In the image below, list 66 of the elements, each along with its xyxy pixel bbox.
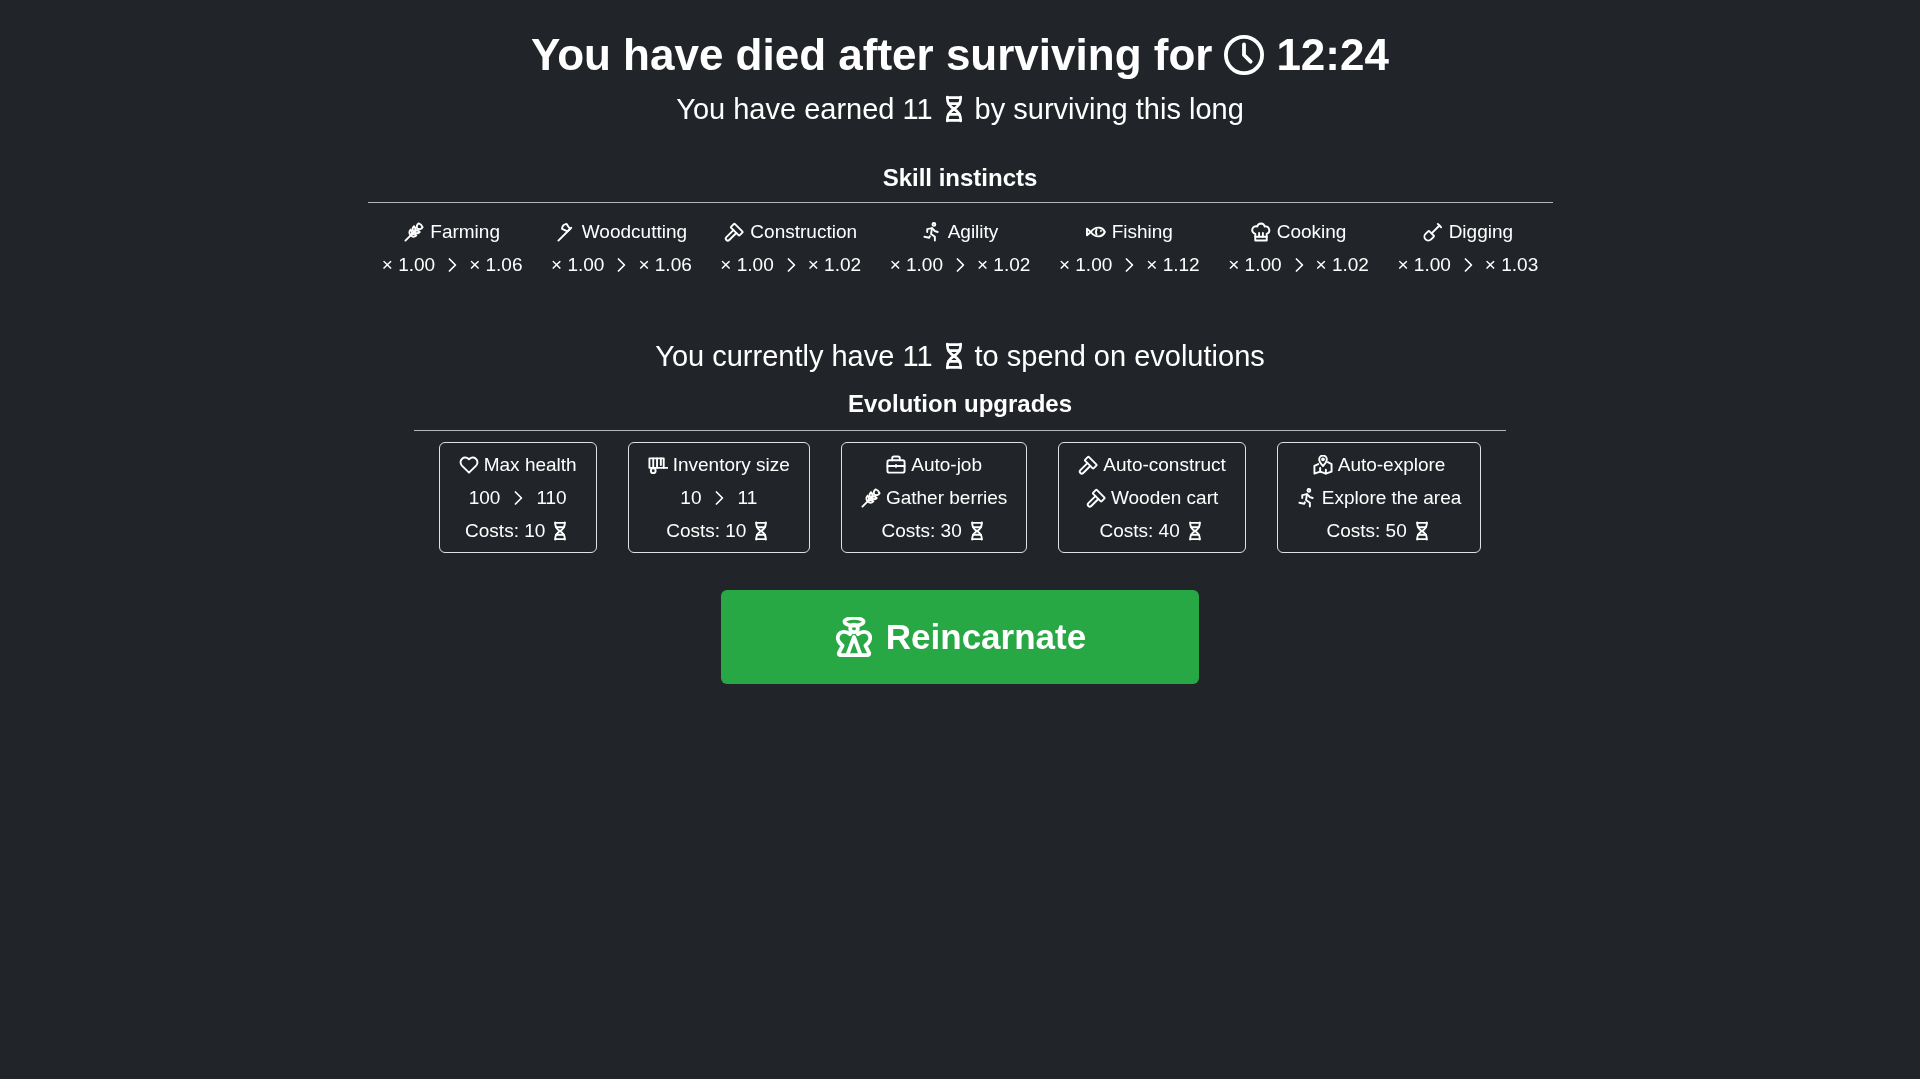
skill-name: Agility <box>947 220 999 244</box>
upgrade-cost: Costs: 10 <box>465 519 546 543</box>
balance-text: to spend on evolutions <box>974 339 1265 374</box>
skill-name: Construction <box>750 220 858 244</box>
upgrade-card[interactable]: Max health 100 110 Costs: 10 <box>438 442 597 553</box>
upgrade-cost: Costs: 10 <box>666 519 747 543</box>
current-multiplier: × 1.00 <box>551 253 605 277</box>
heart-icon <box>458 454 479 475</box>
current-multiplier: × 1.00 <box>889 253 943 277</box>
upgrade-card[interactable]: Inventory size 10 11 Costs: 10 <box>627 442 810 553</box>
current-multiplier: × 1.00 <box>720 253 774 277</box>
running-person-icon <box>921 221 942 242</box>
title-text: You have died after surviving for <box>531 29 1213 81</box>
upgrade-cost: Costs: 50 <box>1326 519 1407 543</box>
current-multiplier: × 1.00 <box>1058 253 1113 277</box>
next-multiplier: × 1.12 <box>1146 253 1200 277</box>
upgrade-name: Auto-explore <box>1337 453 1446 477</box>
next-multiplier: × 1.03 <box>1484 253 1539 277</box>
hammer-icon <box>1085 487 1106 508</box>
current-multiplier: × 1.00 <box>381 253 436 277</box>
section-heading: Evolution upgrades <box>847 389 1073 419</box>
skill-name: Fishing <box>1111 220 1173 244</box>
upgrade-name: Inventory size <box>672 453 790 477</box>
hammer-icon <box>1078 454 1099 475</box>
clock-icon <box>1224 35 1265 75</box>
hammer-icon <box>724 221 745 242</box>
upgrade-name: Auto-job <box>911 453 982 477</box>
skill-name: Woodcutting <box>581 220 688 244</box>
current-value: 10 <box>680 486 702 510</box>
angel-icon <box>833 617 874 657</box>
upgrade-card[interactable]: Auto-construct Wooden cart Costs: 40 <box>1058 442 1246 553</box>
next-value: 11 <box>737 486 758 510</box>
upgrade-card[interactable]: Auto-job Gather berries Costs: 30 <box>840 442 1028 553</box>
wheat-icon <box>404 221 425 242</box>
skill-name: Farming <box>430 220 500 244</box>
running-person-icon <box>1296 487 1317 508</box>
earned-text: You have earned 11 <box>676 92 933 127</box>
balance-text: You currently have 11 <box>655 339 933 374</box>
next-multiplier: × 1.06 <box>638 253 692 277</box>
task-label: Explore the area <box>1321 486 1462 510</box>
map-pin-icon <box>1312 454 1333 475</box>
wheat-icon <box>860 487 881 508</box>
next-value: 110 <box>536 486 567 510</box>
skill-name: Cooking <box>1276 220 1347 244</box>
next-multiplier: × 1.02 <box>807 253 862 277</box>
upgrade-name: Max health <box>483 453 577 477</box>
skill-name: Digging <box>1448 220 1514 244</box>
next-multiplier: × 1.06 <box>469 253 523 277</box>
earned-text: by surviving this long <box>974 92 1244 127</box>
upgrade-name: Auto-construct <box>1103 453 1226 477</box>
current-value: 100 <box>468 486 501 510</box>
task-label: Gather berries <box>885 486 1008 510</box>
upgrade-cost: Costs: 40 <box>1099 519 1180 543</box>
section-heading: Skill instincts <box>881 163 1039 193</box>
upgrade-card[interactable]: Auto-explore Explore the area Costs: 50 <box>1276 442 1482 553</box>
upgrade-cost: Costs: 30 <box>881 519 962 543</box>
chef-hat-icon <box>1250 221 1271 242</box>
shovel-icon <box>1422 221 1443 242</box>
current-multiplier: × 1.00 <box>1397 253 1451 277</box>
next-multiplier: × 1.02 <box>977 253 1031 277</box>
next-multiplier: × 1.02 <box>1315 253 1369 277</box>
briefcase-icon <box>886 454 907 475</box>
current-multiplier: × 1.00 <box>1228 253 1282 277</box>
wagon-icon <box>647 454 668 475</box>
survival-time: 12:24 <box>1276 29 1389 81</box>
task-label: Wooden cart <box>1110 486 1219 510</box>
